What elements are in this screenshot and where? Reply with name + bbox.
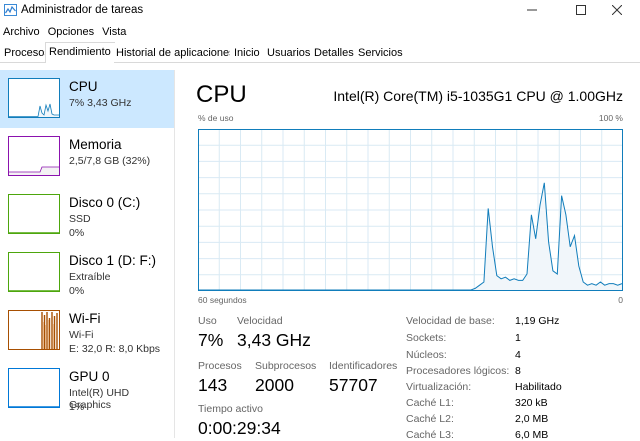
- resource-detail: 7% 3,43 GHz: [69, 97, 132, 109]
- resource-cpu[interactable]: CPU 7% 3,43 GHz: [0, 70, 174, 128]
- memory-thumbnail-graph: [8, 136, 60, 176]
- procesos-value: 143: [198, 375, 228, 395]
- cpu-model: Intel(R) Core(TM) i5-1035G1 CPU @ 1.00GH…: [333, 88, 623, 104]
- menu-vista[interactable]: Vista: [99, 23, 131, 41]
- detail-label: Caché L2:: [406, 413, 454, 425]
- title-bar: Administrador de tareas: [0, 0, 640, 22]
- gpu-thumbnail-graph: [8, 368, 60, 408]
- detail-value: 320 kB: [515, 397, 548, 409]
- resource-wifi[interactable]: Wi-Fi Wi-Fi E: 32,0 R: 8,0 Kbps: [0, 302, 174, 360]
- detail-value: 2,0 MB: [515, 413, 549, 425]
- menu-bar: Archivo Opciones Vista: [0, 23, 640, 41]
- cpu-detail-panel: CPU Intel(R) Core(TM) i5-1035G1 CPU @ 1.…: [186, 70, 640, 441]
- menu-archivo[interactable]: Archivo: [0, 23, 45, 41]
- resource-type: Intel(R) UHD Graphics: [69, 387, 130, 411]
- cpu-thumbnail-graph: [8, 78, 60, 118]
- resource-memoria[interactable]: Memoria 2,5/7,8 GB (32%): [0, 128, 174, 186]
- task-manager-icon: [4, 4, 17, 16]
- resource-name: Wi-Fi: [69, 311, 101, 326]
- resource-name: Disco 0 (C:): [69, 195, 141, 210]
- resource-detail: 0%: [69, 285, 85, 297]
- tab-usuarios[interactable]: Usuarios: [263, 43, 315, 62]
- tab-strip: Procesos Rendimiento Historial de aplica…: [0, 42, 640, 63]
- velocidad-label: Velocidad: [237, 315, 283, 327]
- tab-servicios[interactable]: Servicios: [354, 43, 407, 62]
- tiempo-activo-label: Tiempo activo: [198, 403, 263, 415]
- resource-type: SSD: [69, 213, 91, 225]
- detail-value: 1,19 GHz: [515, 315, 560, 327]
- close-icon: [611, 4, 623, 16]
- uso-value: 7%: [198, 330, 224, 350]
- resource-name: Disco 1 (D: F:): [69, 253, 157, 268]
- resource-detail: E: 32,0 R: 8,0 Kbps: [69, 343, 161, 355]
- wifi-thumbnail-graph: [8, 310, 60, 350]
- detail-label: Caché L1:: [406, 397, 454, 409]
- identificadores-label: Identificadores: [329, 360, 398, 372]
- tab-historial[interactable]: Historial de aplicaciones: [112, 43, 239, 62]
- menu-opciones[interactable]: Opciones: [45, 23, 99, 41]
- resource-detail: 2,5/7,8 GB (32%): [69, 155, 151, 167]
- subprocesos-value: 2000: [255, 375, 294, 395]
- resource-detail: 0%: [69, 227, 85, 239]
- minimize-button[interactable]: [509, 0, 555, 22]
- graph-x-end: 0: [618, 295, 623, 305]
- identificadores-value: 57707: [329, 375, 378, 395]
- graph-y-label: % de uso: [198, 113, 234, 123]
- tab-detalles[interactable]: Detalles: [310, 43, 358, 62]
- detail-label: Núcleos:: [406, 349, 447, 361]
- disk-0-thumbnail-graph: [8, 194, 60, 234]
- detail-value: 6,0 MB: [515, 429, 549, 441]
- resource-list: CPU 7% 3,43 GHz Memoria 2,5/7,8 GB (32%)…: [0, 70, 175, 438]
- resource-disco-0[interactable]: Disco 0 (C:) SSD 0%: [0, 186, 174, 244]
- detail-value: 1: [515, 332, 521, 344]
- resource-name: Memoria: [69, 137, 122, 152]
- cpu-usage-graph: [198, 129, 623, 291]
- resource-name: CPU: [69, 79, 98, 94]
- resource-gpu[interactable]: GPU 0 Intel(R) UHD Graphics 1%: [0, 360, 174, 418]
- resource-detail: 1%: [69, 401, 85, 413]
- maximize-icon: [576, 5, 586, 15]
- resource-disco-1[interactable]: Disco 1 (D: F:) Extraíble 0%: [0, 244, 174, 302]
- graph-y-max: 100 %: [598, 113, 623, 123]
- page-title: CPU: [196, 81, 247, 108]
- procesos-label: Procesos: [198, 360, 242, 372]
- close-button[interactable]: [594, 0, 640, 22]
- detail-value: 4: [515, 349, 521, 361]
- velocidad-value: 3,43 GHz: [237, 330, 311, 350]
- graph-x-label: 60 segundos: [198, 295, 247, 305]
- tiempo-activo-value: 0:00:29:34: [198, 418, 281, 438]
- uso-label: Uso: [198, 315, 217, 327]
- detail-value: 8: [515, 365, 521, 377]
- disk-1-thumbnail-graph: [8, 252, 60, 292]
- detail-label: Velocidad de base:: [406, 315, 495, 327]
- detail-value: Habilitado: [515, 381, 562, 393]
- minimize-icon: [527, 9, 537, 11]
- window-title: Administrador de tareas: [21, 4, 144, 16]
- resource-name: GPU 0: [69, 369, 110, 384]
- detail-label: Virtualización:: [406, 381, 472, 393]
- detail-label: Caché L3:: [406, 429, 454, 441]
- subprocesos-label: Subprocesos: [255, 360, 317, 372]
- resource-type: Extraíble: [69, 271, 111, 283]
- detail-label: Procesadores lógicos:: [406, 365, 510, 377]
- detail-label: Sockets:: [406, 332, 447, 344]
- tab-inicio[interactable]: Inicio: [230, 43, 264, 62]
- resource-type: Wi-Fi: [69, 329, 94, 341]
- tab-rendimiento[interactable]: Rendimiento: [45, 42, 115, 63]
